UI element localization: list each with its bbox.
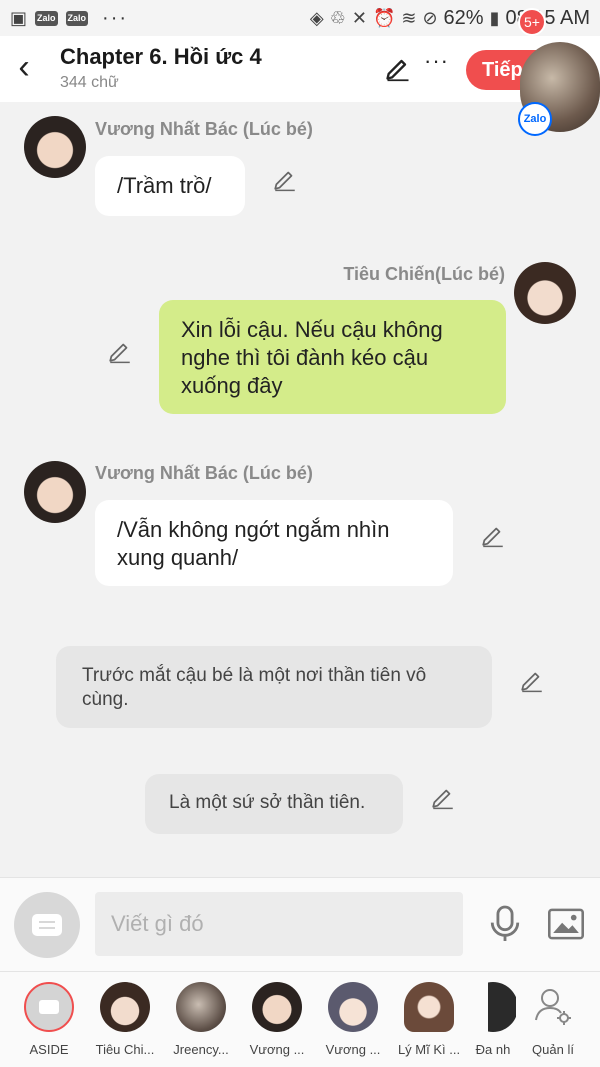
manage-characters-button[interactable]: Quản lí xyxy=(516,982,590,1057)
character-avatar xyxy=(252,982,302,1032)
block-icon: ⊘ xyxy=(422,7,438,28)
back-icon[interactable]: ‹ xyxy=(10,50,38,86)
recycle-icon: ♲ xyxy=(329,7,346,28)
avatar[interactable] xyxy=(514,262,576,324)
message-bubble[interactable]: /Vẫn không ngớt ngắm nhìn xung quanh/ xyxy=(95,500,453,586)
edit-message-icon[interactable] xyxy=(430,784,456,810)
zalo-notification-icon: Zalo xyxy=(35,10,58,26)
avatar[interactable] xyxy=(24,116,86,178)
character-label: Jreency... xyxy=(173,1042,229,1057)
manage-user-icon xyxy=(535,989,571,1025)
character-label: ASIDE xyxy=(29,1042,69,1057)
character-label: Tiêu Chi... xyxy=(95,1042,155,1057)
nfc-icon: ◈ xyxy=(309,7,324,28)
edit-message-icon[interactable] xyxy=(519,667,545,693)
more-notifications-icon: ··· xyxy=(102,6,129,29)
character-item[interactable]: Đa nh xyxy=(468,982,518,1057)
more-options-icon[interactable]: ··· xyxy=(424,48,449,74)
character-label: Đa nh xyxy=(475,1042,511,1057)
speaker-name: Vương Nhất Bác (Lúc bé) xyxy=(95,463,313,483)
message-input-bar xyxy=(0,877,600,971)
avatar[interactable] xyxy=(24,461,86,523)
zalo-notification-icon: Zalo xyxy=(65,10,89,26)
chapter-title: Chapter 6. Hồi ức 4 xyxy=(60,44,262,69)
character-item[interactable]: Vương ... xyxy=(240,982,314,1057)
character-item-aside[interactable]: ASIDE xyxy=(12,982,86,1057)
edit-message-icon[interactable] xyxy=(107,338,133,364)
word-count: 344 chữ xyxy=(60,74,119,91)
microphone-icon[interactable] xyxy=(488,904,522,944)
character-label: Lý Mĩ Kì ... xyxy=(397,1042,461,1057)
character-avatar xyxy=(176,982,226,1032)
edit-message-icon[interactable] xyxy=(480,522,506,548)
character-avatar xyxy=(468,982,518,1032)
character-avatar xyxy=(100,982,150,1032)
aside-icon xyxy=(32,914,62,936)
aside-bubble[interactable]: Trước mắt cậu bé là một nơi thần tiên vô… xyxy=(56,646,492,728)
status-bar: ▣ Zalo Zalo ··· ◈ ♲ ✕ ⏰ ≋ ⊘ 62% ▮ 08:15 … xyxy=(0,0,600,36)
character-label: Vương ... xyxy=(249,1042,305,1057)
character-label: Quản lí xyxy=(532,1042,574,1057)
character-label: Vương ... xyxy=(325,1042,381,1057)
character-item[interactable]: Tiêu Chi... xyxy=(88,982,162,1057)
aside-toggle-button[interactable] xyxy=(14,892,80,958)
message-input[interactable] xyxy=(95,892,463,956)
character-selector-bar: ASIDE Tiêu Chi... Jreency... Vương ... V… xyxy=(0,971,600,1067)
message-bubble[interactable]: Xin lỗi cậu. Nếu cậu không nghe thì tôi … xyxy=(159,300,506,414)
edit-message-icon[interactable] xyxy=(272,166,298,192)
speaker-name: Vương Nhất Bác (Lúc bé) xyxy=(95,119,313,139)
battery-percent: 62% xyxy=(443,6,484,29)
edit-title-icon[interactable] xyxy=(384,54,412,82)
gallery-notification-icon: ▣ xyxy=(10,7,28,28)
message-bubble[interactable]: /Trầm trồ/ xyxy=(95,156,245,216)
character-avatar xyxy=(404,982,454,1032)
alarm-icon: ⏰ xyxy=(372,7,396,28)
notification-badge: 5+ xyxy=(518,8,546,36)
battery-icon: ▮ xyxy=(489,7,500,28)
mute-icon: ✕ xyxy=(351,7,367,28)
aside-bubble[interactable]: Là một sứ sở thần tiên. xyxy=(145,774,403,834)
character-item[interactable]: Lý Mĩ Kì ... xyxy=(392,982,466,1057)
image-icon[interactable] xyxy=(548,908,584,940)
character-item[interactable]: Vương ... xyxy=(316,982,390,1057)
aside-avatar xyxy=(24,982,74,1032)
character-avatar xyxy=(328,982,378,1032)
character-item[interactable]: Jreency... xyxy=(164,982,238,1057)
zalo-badge: Zalo xyxy=(518,102,552,136)
chapter-header: ‹ Chapter 6. Hồi ức 4 344 chữ ··· Tiếp xyxy=(0,36,600,102)
wifi-icon: ≋ xyxy=(401,7,417,28)
speaker-name: Tiêu Chiến(Lúc bé) xyxy=(343,264,505,284)
